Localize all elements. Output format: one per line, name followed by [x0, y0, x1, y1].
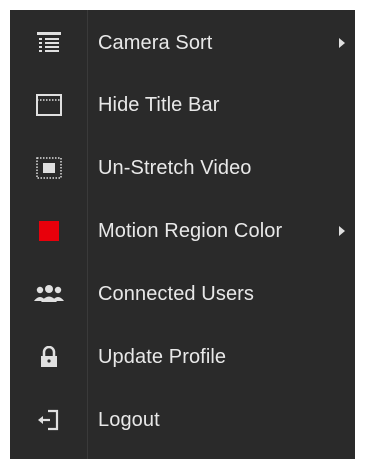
menu-item-label: Un-Stretch Video	[98, 156, 252, 179]
menu-item-label: Logout	[98, 408, 160, 431]
list-icon	[10, 12, 88, 74]
window-frame-icon	[10, 74, 88, 136]
context-menu: Camera Sort Hide Title Bar Un-Stretch Vi…	[10, 10, 355, 459]
menu-item-motion-region-color[interactable]: Motion Region Color	[10, 200, 355, 262]
lock-icon	[10, 326, 88, 388]
logout-icon	[10, 389, 88, 451]
menu-item-logout[interactable]: Logout	[10, 389, 355, 451]
menu-item-label: Motion Region Color	[98, 219, 283, 242]
menu-item-connected-users[interactable]: Connected Users	[10, 263, 355, 325]
submenu-arrow-icon	[339, 38, 345, 48]
unstretch-icon	[10, 137, 88, 199]
menu-item-update-profile[interactable]: Update Profile	[10, 326, 355, 388]
menu-item-label: Connected Users	[98, 282, 255, 305]
menu-item-label: Hide Title Bar	[98, 93, 220, 116]
menu-item-camera-sort[interactable]: Camera Sort	[10, 12, 355, 74]
submenu-arrow-icon	[339, 226, 345, 236]
menu-item-label: Update Profile	[98, 345, 227, 368]
menu-item-hide-title-bar[interactable]: Hide Title Bar	[10, 74, 355, 136]
menu-item-unstretch-video[interactable]: Un-Stretch Video	[10, 137, 355, 199]
color-swatch-icon	[10, 200, 88, 262]
menu-item-label: Camera Sort	[98, 31, 213, 54]
users-icon	[10, 263, 88, 325]
